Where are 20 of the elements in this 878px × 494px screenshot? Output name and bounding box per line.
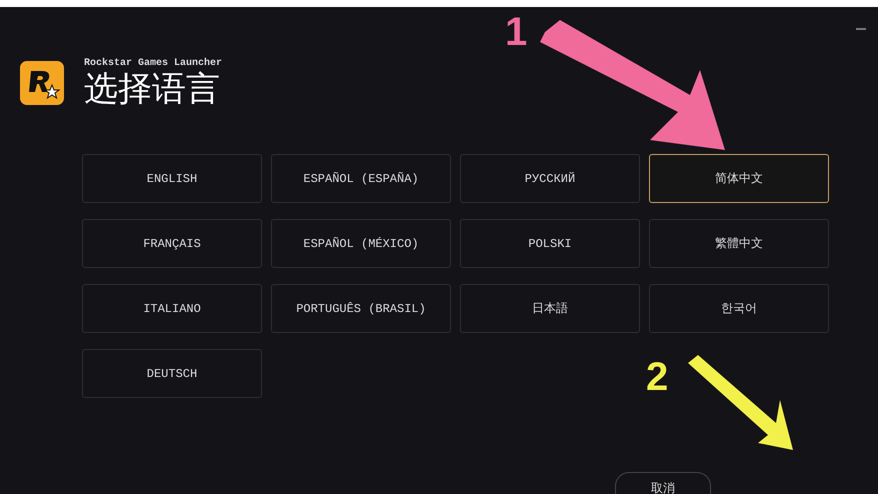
step-number: 2 bbox=[646, 355, 668, 399]
language-button[interactable]: PORTUGUÊS (BRASIL) bbox=[271, 284, 451, 333]
language-button[interactable]: 繁體中文 bbox=[649, 219, 829, 268]
step-number: 1 bbox=[505, 10, 528, 54]
language-button[interactable]: РУССКИЙ bbox=[460, 154, 640, 203]
language-button[interactable]: FRANÇAIS bbox=[82, 219, 262, 268]
language-button[interactable]: ESPAÑOL (MÉXICO) bbox=[271, 219, 451, 268]
app-name: Rockstar Games Launcher bbox=[84, 58, 222, 70]
logo-icon bbox=[20, 61, 64, 105]
language-button[interactable]: ENGLISH bbox=[82, 154, 262, 203]
language-button[interactable]: DEUTSCH bbox=[82, 349, 262, 398]
minimize-button[interactable] bbox=[856, 28, 866, 30]
language-button[interactable]: 日本語 bbox=[460, 284, 640, 333]
language-button[interactable]: ESPAÑOL (ESPAÑA) bbox=[271, 154, 451, 203]
language-button[interactable]: 한국어 bbox=[649, 284, 829, 333]
cancel-button[interactable]: 取消 bbox=[615, 472, 711, 494]
language-button[interactable]: POLSKI bbox=[460, 219, 640, 268]
language-button[interactable]: 简体中文 bbox=[649, 154, 829, 203]
language-button[interactable]: ITALIANO bbox=[82, 284, 262, 333]
page-title: 选择语言 bbox=[84, 70, 221, 108]
